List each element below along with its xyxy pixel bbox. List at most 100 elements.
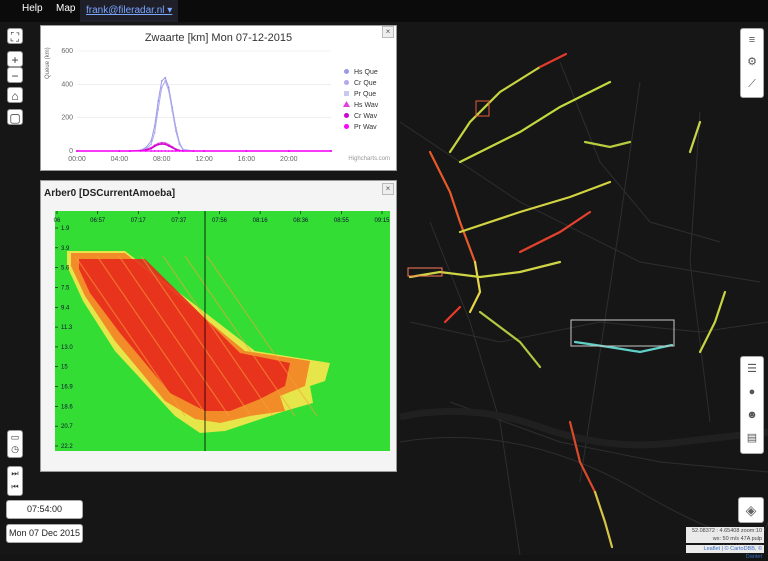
series-point — [150, 150, 153, 152]
legend-label: Hs Que — [354, 69, 378, 76]
list-view-button[interactable]: ☰ — [743, 360, 761, 378]
series-point — [330, 150, 332, 152]
series-line-hs-que — [77, 76, 331, 152]
playback-toggle[interactable]: ▭ ◷ — [7, 430, 23, 458]
layers-button[interactable]: ◈ — [738, 497, 764, 523]
legend-label: Cr Que — [354, 80, 377, 87]
x-tick-label: 00:00 — [68, 156, 86, 163]
close-icon: × — [385, 184, 391, 193]
x-tick-label: 06 — [54, 218, 61, 224]
time-display[interactable]: 07:54:00 — [6, 500, 83, 519]
table-icon: ▤ — [746, 432, 758, 444]
y-tick-label: 0 — [69, 148, 73, 155]
chart-ylabel: Queue (km) — [45, 47, 51, 79]
clock-icon: ◷ — [11, 444, 19, 454]
square-icon: ▢ — [9, 111, 21, 125]
step-controls[interactable]: ⏭ ⏮ — [7, 466, 23, 496]
step-back-icon: ⏮ — [11, 482, 19, 491]
y-tick-label: 5.6 — [61, 266, 70, 272]
map-coordinates: 52.08372 : 4.65408 zoom:10 — [686, 527, 764, 535]
line-chart-icon: ⟋ — [748, 78, 756, 90]
right-toolbar-top: ≡ ⚙ ⟋ — [740, 28, 764, 98]
fullscreen-button[interactable]: ⛶ — [7, 28, 23, 44]
series-point — [164, 76, 167, 79]
legend-marker — [344, 69, 349, 74]
series-point — [157, 143, 160, 146]
legend-marker — [344, 91, 349, 96]
series-point — [129, 150, 131, 152]
close-heatmap-button[interactable]: × — [382, 183, 394, 195]
queue-line-chart: 0 200 400 600 00:00 04:00 08:00 12:00 16:00 20:00… — [61, 48, 379, 163]
home-button[interactable]: ⌂ — [7, 87, 23, 103]
series-point — [164, 150, 167, 152]
legend-label: Cr Wav — [354, 113, 378, 120]
map-attribution[interactable]: Leaflet | © CartoDBB, © Dantet — [686, 545, 764, 560]
series-point — [178, 150, 181, 152]
x-tick-label: 04:00 — [111, 156, 129, 163]
series-point — [178, 143, 181, 146]
help-menu[interactable]: Help — [22, 3, 43, 14]
users-button[interactable]: ☻ — [743, 406, 761, 424]
x-tick-label: 08:36 — [293, 218, 309, 224]
list-icon: ☰ — [747, 363, 757, 375]
table-button[interactable]: ▤ — [743, 429, 761, 447]
series-point — [157, 100, 160, 102]
y-tick-label: 7.5 — [61, 285, 70, 291]
y-tick-label: 16.9 — [61, 385, 73, 391]
series-point — [153, 150, 156, 152]
y-tick-label: 11.3 — [61, 325, 73, 331]
minus-icon: − — [11, 69, 19, 83]
legend-marker — [344, 124, 349, 129]
series-point — [76, 150, 78, 152]
y-tick-label: 13.0 — [61, 345, 73, 351]
series-point — [144, 150, 147, 152]
amoeba-heatmap: 06 06:57 07:17 07:37 07:56 08:16 08:36 08:55 09:… — [54, 211, 390, 451]
x-tick-label: 16:00 — [238, 156, 256, 163]
settings-button[interactable]: ⚙ — [743, 53, 761, 71]
y-tick-label: 18.6 — [61, 404, 73, 410]
date-display[interactable]: Mon 07 Dec 2015 — [6, 524, 83, 543]
layers-icon: ◈ — [745, 502, 757, 518]
series-point — [160, 150, 163, 152]
x-tick-label: 06:57 — [90, 218, 106, 224]
chat-icon: ● — [748, 386, 756, 398]
series-point — [167, 145, 170, 147]
series-point — [160, 80, 163, 82]
heatmap-title: Arber0 [DSCurrentAmoeba] — [44, 188, 176, 199]
series-point — [167, 90, 170, 92]
map-menu[interactable]: Map — [56, 3, 75, 14]
y-tick-label: 15 — [61, 365, 68, 371]
chat-button[interactable]: ● — [743, 383, 761, 401]
user-menu[interactable]: frank@fileradar.nl ▾ — [80, 0, 179, 22]
y-tick-label: 1.9 — [61, 226, 70, 232]
zoom-in-button[interactable]: + — [7, 51, 23, 67]
menu-icon: ≡ — [748, 34, 756, 46]
series-point — [153, 131, 156, 134]
top-navbar: Help Map frank@fileradar.nl ▾ — [0, 0, 768, 23]
series-line-cr-wav — [77, 143, 331, 152]
series-point — [182, 150, 184, 152]
x-tick-label: 08:16 — [253, 218, 269, 224]
select-box-button[interactable]: ▢ — [7, 109, 23, 125]
map-info: wx: 50 m/s 47A pulp 1449471240000 — [686, 535, 764, 550]
series-point — [150, 143, 153, 146]
series-point — [287, 150, 290, 152]
legend-label: Hs Wav — [354, 102, 379, 109]
series-point — [174, 130, 177, 132]
list-button[interactable]: ≡ — [743, 31, 761, 49]
series-point — [160, 86, 163, 89]
series-point — [118, 150, 121, 152]
series-point — [171, 150, 174, 152]
heatmap-panel: Arber0 [DSCurrentAmoeba] × 06 06:57 07:17 0… — [40, 180, 397, 472]
right-toolbar-bottom: ☰ ● ☻ ▤ — [740, 356, 764, 454]
x-tick-label: 12:00 — [195, 156, 213, 163]
zoom-out-button[interactable]: − — [7, 67, 23, 83]
highcharts-credit[interactable]: Highcharts.com — [348, 156, 390, 162]
x-tick-label: 20:00 — [280, 156, 298, 163]
x-tick-label: 09:15 — [374, 218, 390, 224]
series-point — [160, 143, 163, 145]
series-point — [245, 150, 248, 152]
series-point — [171, 110, 174, 112]
series-line-hs-wav — [77, 142, 331, 152]
graph-button[interactable]: ⟋ — [743, 75, 761, 93]
